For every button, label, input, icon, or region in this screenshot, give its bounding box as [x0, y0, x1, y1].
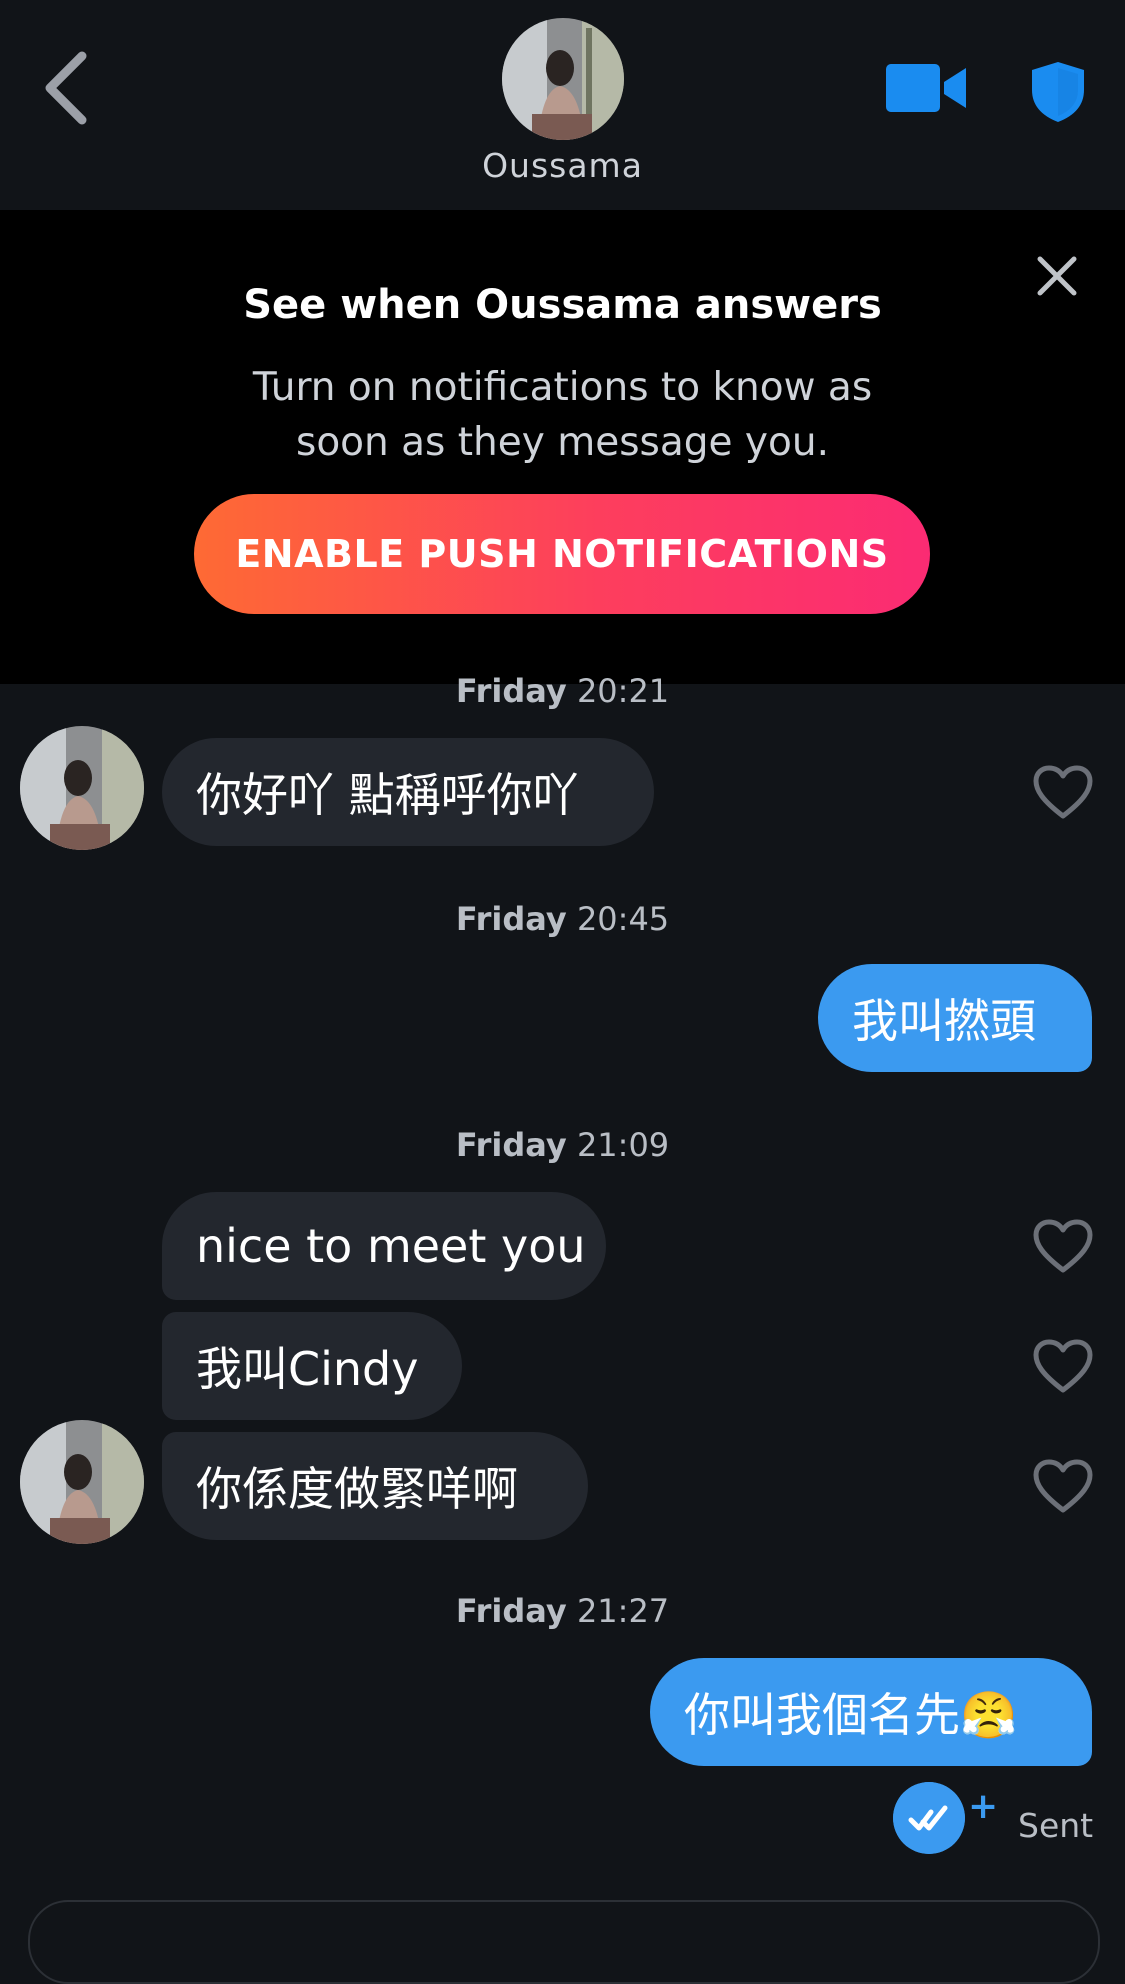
timestamp-day: Friday — [455, 1126, 567, 1164]
back-chevron-icon[interactable] — [30, 40, 110, 135]
banner-title: See when Oussama answers — [243, 282, 882, 328]
timestamp: Friday 21:27 — [0, 1592, 1125, 1630]
video-call-icon[interactable] — [886, 60, 968, 116]
sender-avatar[interactable] — [20, 726, 144, 850]
read-receipt-icon — [893, 1782, 965, 1854]
safety-shield-icon[interactable] — [1030, 60, 1086, 124]
outgoing-message[interactable]: 你叫我個名先😤 — [650, 1658, 1092, 1766]
banner-text-line2: soon as they message you. — [296, 420, 829, 465]
incoming-message[interactable]: 你好吖 點稱呼你吖 — [162, 738, 654, 846]
chat-header: Oussama — [0, 0, 1125, 210]
incoming-message[interactable]: 你係度做緊咩啊 — [162, 1432, 588, 1540]
timestamp: Friday 20:21 — [0, 672, 1125, 710]
banner-text-line1: Turn on notifications to know as — [252, 365, 873, 410]
timestamp: Friday 20:45 — [0, 900, 1125, 938]
timestamp: Friday 21:09 — [0, 1126, 1125, 1164]
message-input[interactable] — [28, 1900, 1100, 1984]
banner-description: Turn on notifications to know as soon as… — [0, 360, 1125, 470]
outgoing-message[interactable]: 我叫撚頭 — [818, 964, 1092, 1072]
plus-icon[interactable]: + — [968, 1786, 998, 1827]
timestamp-time: 21:09 — [576, 1126, 670, 1164]
heart-icon[interactable] — [1032, 1218, 1094, 1274]
incoming-message[interactable]: nice to meet you — [162, 1192, 606, 1300]
timestamp-day: Friday — [455, 1592, 567, 1630]
sent-status: Sent — [1018, 1806, 1094, 1845]
timestamp-time: 20:21 — [576, 672, 670, 710]
sender-avatar[interactable] — [20, 1420, 144, 1544]
timestamp-time: 20:45 — [576, 900, 670, 938]
contact-avatar[interactable] — [502, 18, 624, 140]
contact-name[interactable]: Oussama — [0, 146, 1125, 185]
heart-icon[interactable] — [1032, 764, 1094, 820]
timestamp-time: 21:27 — [576, 1592, 670, 1630]
enable-push-notifications-button[interactable]: ENABLE PUSH NOTIFICATIONS — [194, 494, 930, 614]
timestamp-day: Friday — [455, 672, 567, 710]
timestamp-day: Friday — [455, 900, 567, 938]
incoming-message[interactable]: 我叫Cindy — [162, 1312, 462, 1420]
heart-icon[interactable] — [1032, 1338, 1094, 1394]
heart-icon[interactable] — [1032, 1458, 1094, 1514]
